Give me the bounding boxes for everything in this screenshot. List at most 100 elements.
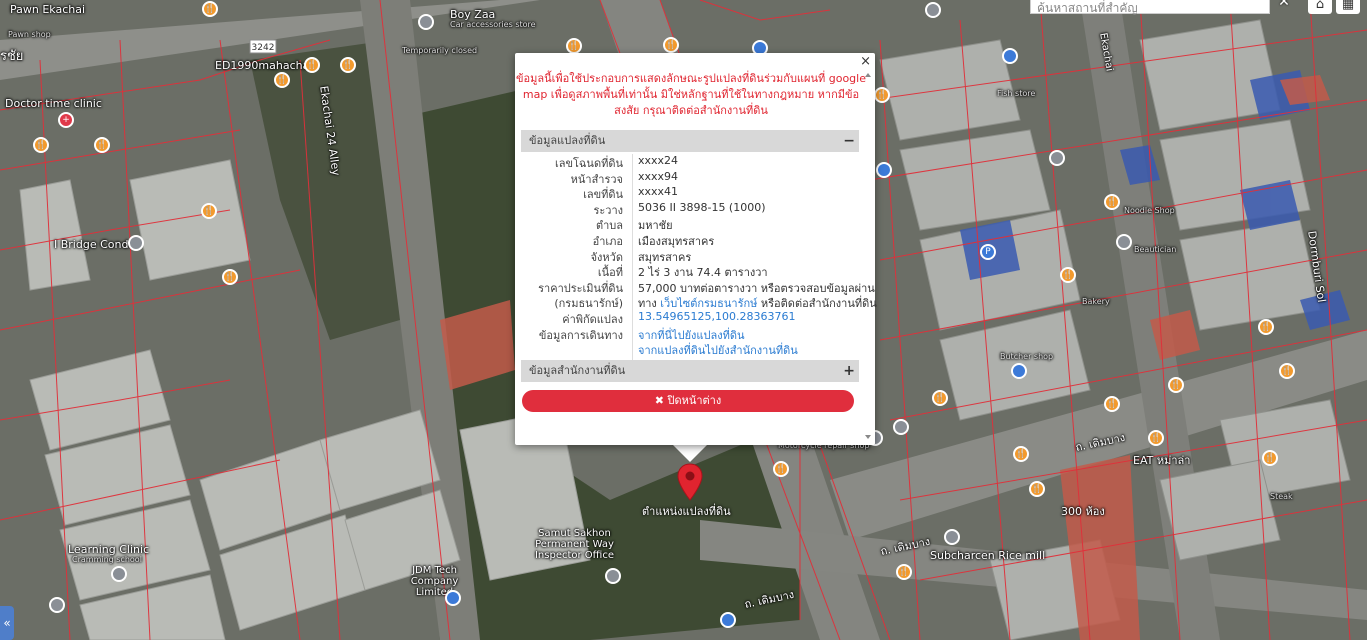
row-value: 5036 II 3898-15 (1000) bbox=[638, 200, 766, 214]
table-row: เลขที่ดิน xxxx41 bbox=[521, 185, 859, 201]
restaurant-icon[interactable]: 🍴 bbox=[340, 57, 356, 73]
restaurant-icon[interactable]: 🍴 bbox=[33, 137, 49, 153]
restaurant-icon[interactable]: 🍴 bbox=[202, 1, 218, 17]
restaurant-icon[interactable]: 🍴 bbox=[566, 38, 582, 54]
map-label-ed1990: ED1990mahachai bbox=[215, 59, 313, 72]
school-icon[interactable] bbox=[111, 566, 127, 582]
popup-scrollbar[interactable] bbox=[864, 71, 872, 441]
treasury-website-link[interactable]: เว็บไซต์กรมธนารักษ์ bbox=[660, 297, 757, 310]
section-land-title: ข้อมูลแปลงที่ดิน bbox=[529, 134, 606, 147]
restaurant-icon[interactable]: 🍴 bbox=[1262, 450, 1278, 466]
shop-icon[interactable] bbox=[445, 590, 461, 606]
map-label-hotel-300: 300 ห้อง bbox=[1061, 505, 1105, 518]
restaurant-icon[interactable]: 🍴 bbox=[1148, 430, 1164, 446]
shop-icon[interactable] bbox=[418, 14, 434, 30]
shop-icon[interactable] bbox=[1002, 48, 1018, 64]
row-value: xxxx41 bbox=[638, 185, 679, 199]
shop-icon[interactable] bbox=[876, 162, 892, 178]
map-label-subcharcen: Subcharcen Rice mill bbox=[930, 549, 1046, 562]
row-value: xxxx24 bbox=[638, 154, 679, 167]
map-label-noodle-shop: Noodle Shop bbox=[1124, 206, 1175, 215]
building-icon[interactable] bbox=[49, 597, 65, 613]
building-icon[interactable] bbox=[605, 568, 621, 584]
collapse-icon[interactable]: − bbox=[843, 130, 855, 152]
table-row: (กรมธนารักษ์) ทาง เว็บไซต์กรมธนารักษ์ หรื… bbox=[521, 294, 876, 311]
building-icon[interactable] bbox=[1049, 150, 1065, 166]
restaurant-icon[interactable]: 🍴 bbox=[274, 72, 290, 88]
table-row: ตำบล มหาชัย bbox=[521, 216, 859, 232]
restaurant-icon[interactable]: 🍴 bbox=[304, 57, 320, 73]
building-icon[interactable] bbox=[128, 235, 144, 251]
table-row: ข้อมูลการเดินทาง จากที่นี่ไปยังแปลงที่ดิน bbox=[521, 326, 859, 342]
map-label-steak: Steak bbox=[1270, 492, 1293, 501]
hospital-icon[interactable]: + bbox=[58, 112, 74, 128]
parking-icon[interactable]: P bbox=[980, 244, 996, 260]
map-label-rachai: รชัย bbox=[0, 49, 24, 64]
section-office-info[interactable]: ข้อมูลสำนักงานที่ดิน + bbox=[521, 360, 859, 382]
shop-icon[interactable] bbox=[720, 612, 736, 628]
restaurant-icon[interactable]: 🍴 bbox=[773, 461, 789, 477]
section-land-info[interactable]: ข้อมูลแปลงที่ดิน − bbox=[521, 130, 859, 152]
marker-label: ตำแหน่งแปลงที่ดิน bbox=[642, 505, 731, 518]
coordinates-link[interactable]: 13.54965125,100.28363761 bbox=[638, 310, 795, 323]
popup-tail bbox=[672, 444, 708, 462]
search-clear-icon[interactable]: ✕ bbox=[1274, 0, 1294, 12]
map-label-pawn-shop: Pawn Ekachai bbox=[10, 3, 86, 16]
restaurant-icon[interactable]: 🍴 bbox=[201, 203, 217, 219]
table-row: เลขโฉนดที่ดิน xxxx24 bbox=[521, 154, 859, 170]
restaurant-icon[interactable]: 🍴 bbox=[1013, 446, 1029, 462]
restaurant-icon[interactable]: 🍴 bbox=[932, 390, 948, 406]
close-window-button[interactable]: ✖ ปิดหน้าต่าง bbox=[522, 390, 854, 412]
restaurant-icon[interactable]: 🍴 bbox=[874, 87, 890, 103]
row-value-suffix: หรือติดต่อสำนักงานที่ดิน bbox=[757, 297, 877, 311]
map-label-boy-zaa-sub: Car accessories store bbox=[450, 20, 536, 29]
building-icon[interactable] bbox=[1116, 234, 1132, 250]
restaurant-icon[interactable]: 🍴 bbox=[1168, 377, 1184, 393]
map-label-temp-closed: Temporarily closed bbox=[402, 46, 478, 55]
restaurant-icon[interactable]: 🍴 bbox=[1029, 481, 1045, 497]
table-row: เนื้อที่ 2 ไร่ 3 งาน 74.4 ตารางวา bbox=[521, 263, 859, 279]
map-label-pawn-shop-type: Pawn shop bbox=[8, 30, 51, 39]
side-panel-toggle-icon[interactable]: « bbox=[0, 606, 14, 640]
shop-icon[interactable] bbox=[1011, 363, 1027, 379]
map-label-fish-store: Fish store bbox=[997, 89, 1036, 98]
row-value-prefix: ทาง bbox=[638, 297, 661, 311]
grid-layer-icon[interactable]: ▦ bbox=[1336, 0, 1360, 14]
table-row: อำเภอ เมืองสมุทรสาคร bbox=[521, 232, 859, 248]
restaurant-icon[interactable]: 🍴 bbox=[1104, 396, 1120, 412]
parcel-info-popup: × ข้อมูลนี้เพื่อใช้ประกอบการแสดงลักษณะรู… bbox=[515, 53, 877, 445]
restaurant-icon[interactable]: 🍴 bbox=[94, 137, 110, 153]
restaurant-icon[interactable]: 🍴 bbox=[896, 564, 912, 580]
restaurant-icon[interactable]: 🍴 bbox=[1060, 267, 1076, 283]
map-label-butcher-shop: Butcher shop bbox=[1000, 352, 1054, 361]
restaurant-icon[interactable]: 🍴 bbox=[1279, 363, 1295, 379]
parcel-location-marker-icon[interactable] bbox=[677, 463, 703, 501]
expand-icon[interactable]: + bbox=[843, 360, 855, 382]
table-row: ราคาประเมินที่ดิน 57,000 บาทต่อตารางวา หร… bbox=[521, 279, 875, 295]
restaurant-icon[interactable]: 🍴 bbox=[663, 37, 679, 53]
restaurant-icon[interactable]: 🍴 bbox=[222, 269, 238, 285]
map-label-learning-clinic-sub: Cramming school bbox=[72, 555, 142, 564]
building-icon[interactable] bbox=[925, 2, 941, 18]
restaurant-icon[interactable]: 🍴 bbox=[1258, 319, 1274, 335]
popup-close-icon[interactable]: × bbox=[860, 54, 871, 69]
building-icon[interactable] bbox=[893, 419, 909, 435]
land-info-table: เลขโฉนดที่ดิน xxxx24 หน้าสำรวจ xxxx94 เลขท… bbox=[521, 154, 877, 362]
map-label-samut-office: Samut Sakhon Permanent Way Inspector Off… bbox=[534, 528, 614, 561]
map-label-bakery: Bakery bbox=[1082, 297, 1110, 306]
restaurant-icon[interactable]: 🍴 bbox=[1104, 194, 1120, 210]
road-badge: 3242 bbox=[252, 43, 275, 53]
land-office-icon[interactable]: ⌂ bbox=[1308, 0, 1332, 14]
search-input[interactable]: ค้นหาสถานที่สำคัญ bbox=[1030, 0, 1270, 15]
disclaimer-text: ข้อมูลนี้เพื่อใช้ประกอบการแสดงลักษณะรูปแ… bbox=[516, 72, 866, 117]
map-label-eat: EAT หม่าล่า bbox=[1133, 454, 1191, 467]
map-label-ibridge: I Bridge Condo bbox=[54, 238, 136, 251]
directions-to-office-link[interactable]: จากแปลงที่ดินไปยังสำนักงานที่ดิน bbox=[638, 341, 798, 359]
map-label-beautician: Beautician bbox=[1134, 245, 1177, 254]
map-label-doctor-time: Doctor time clinic bbox=[5, 97, 102, 110]
building-icon[interactable] bbox=[944, 529, 960, 545]
section-office-title: ข้อมูลสำนักงานที่ดิน bbox=[529, 364, 626, 377]
table-row: ค่าพิกัดแปลง 13.54965125,100.28363761 bbox=[521, 310, 859, 326]
table-row: หน้าสำรวจ xxxx94 bbox=[521, 170, 859, 186]
table-row: ระวาง 5036 II 3898-15 (1000) bbox=[521, 201, 859, 217]
